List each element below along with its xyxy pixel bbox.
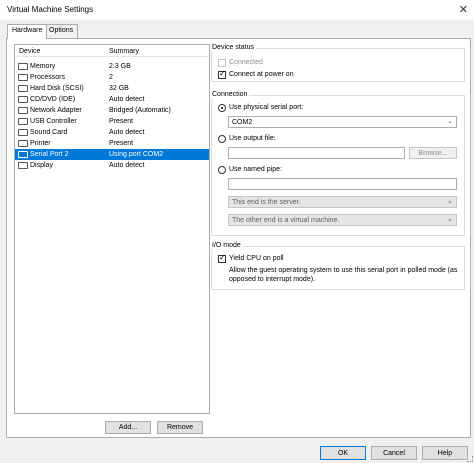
device-row-memory[interactable]: Memory 2.3 GB (15, 61, 209, 72)
display-icon (18, 162, 28, 169)
yield-cpu-on-poll-checkbox[interactable] (218, 253, 226, 263)
io-mode-group: I/O mode Yield CPU on poll Allow the gue… (210, 242, 465, 290)
io-mode-title: I/O mode (210, 242, 243, 249)
hard-disk-icon (18, 85, 28, 92)
connection-group: Connection Use physical serial port: COM… (210, 91, 465, 236)
close-icon[interactable]: ✕ (459, 3, 468, 16)
device-name: Display (30, 162, 53, 169)
pipe-other-end-value: The other end is a virtual machine. (232, 217, 340, 224)
pipe-end-select[interactable]: This end is the server. ⌄ (228, 196, 457, 208)
window-title: Virtual Machine Settings (7, 5, 94, 14)
device-name: Memory (30, 63, 56, 70)
use-output-file-radio[interactable] (218, 135, 226, 143)
device-name: USB Controller (30, 118, 77, 125)
device-name: Hard Disk (SCSI) (30, 85, 84, 92)
use-named-pipe-label: Use named pipe: (229, 166, 282, 173)
browse-button[interactable]: Browse... (409, 147, 457, 159)
cd-dvd-icon (18, 96, 28, 103)
connection-title: Connection (210, 91, 250, 98)
named-pipe-input[interactable] (228, 178, 457, 190)
chevron-down-icon: ⌄ (447, 216, 453, 223)
device-name: Network Adapter (30, 107, 82, 114)
device-row-printer[interactable]: Printer Present (15, 138, 209, 149)
device-name: Processors (30, 74, 66, 81)
chevron-down-icon: ⌄ (447, 198, 453, 205)
device-name: Printer (30, 140, 51, 147)
resize-grip-icon[interactable] (467, 456, 473, 462)
cancel-button[interactable]: Cancel (371, 446, 417, 460)
device-row-hard-disk[interactable]: Hard Disk (SCSI) 32 GB (15, 83, 209, 94)
device-list-header: Device Summary (15, 45, 209, 57)
pipe-end-value: This end is the server. (232, 199, 301, 206)
printer-icon (18, 140, 28, 147)
device-list: Device Summary Memory 2.3 GB Processors … (14, 44, 210, 414)
connect-at-power-on-label: Connect at power on (229, 71, 294, 78)
device-row-network-adapter[interactable]: Network Adapter Bridged (Automatic) (15, 105, 209, 116)
device-row-processors[interactable]: Processors 2 (15, 72, 209, 83)
device-name: Sound Card (30, 129, 68, 136)
device-summary: Auto detect (109, 162, 145, 169)
serial-port-icon (18, 151, 28, 158)
usb-icon (18, 118, 28, 125)
device-summary: Bridged (Automatic) (109, 107, 171, 114)
device-row-cd-dvd[interactable]: CD/DVD (IDE) Auto detect (15, 94, 209, 105)
device-summary: 2.3 GB (109, 63, 131, 70)
use-physical-serial-port-radio[interactable] (218, 104, 226, 112)
memory-icon (18, 63, 28, 70)
device-status-group: Device status Connected Connect at power… (210, 44, 465, 82)
device-status-title: Device status (210, 44, 257, 51)
device-name: CD/DVD (IDE) (30, 96, 76, 103)
hardware-panel: Device Summary Memory 2.3 GB Processors … (6, 38, 471, 438)
chevron-down-icon: ⌄ (447, 118, 453, 125)
tab-hardware[interactable]: Hardware (7, 24, 48, 39)
help-button[interactable]: Help (422, 446, 468, 460)
add-device-button[interactable]: Add... (105, 421, 151, 434)
processor-icon (18, 74, 28, 81)
use-physical-serial-port-label: Use physical serial port: (229, 104, 304, 111)
io-mode-description-line1: Allow the guest operating system to use … (229, 267, 458, 274)
device-row-serial-port-2[interactable]: Serial Port 2 Using port COM2 (15, 149, 209, 160)
device-row-sound-card[interactable]: Sound Card Auto detect (15, 127, 209, 138)
device-name: Serial Port 2 (30, 151, 69, 158)
device-summary: Auto detect (109, 96, 145, 103)
device-summary: Using port COM2 (109, 151, 164, 158)
connect-at-power-on-checkbox[interactable] (218, 69, 226, 79)
column-header-summary[interactable]: Summary (109, 48, 139, 55)
use-output-file-label: Use output file: (229, 135, 276, 142)
device-row-usb-controller[interactable]: USB Controller Present (15, 116, 209, 127)
device-summary: Present (109, 118, 134, 125)
network-adapter-icon (18, 107, 28, 114)
device-summary: Present (109, 140, 134, 147)
device-summary: 32 GB (109, 85, 129, 92)
title-bar: Virtual Machine Settings ✕ (0, 0, 474, 20)
connected-label: Connected (229, 59, 263, 66)
ok-button[interactable]: OK (320, 446, 366, 460)
device-row-display[interactable]: Display Auto detect (15, 160, 209, 171)
remove-device-button[interactable]: Remove (157, 421, 203, 434)
connected-checkbox[interactable] (218, 59, 226, 67)
sound-card-icon (18, 129, 28, 136)
physical-port-select[interactable]: COM2 ⌄ (228, 116, 457, 128)
io-mode-description-line2: opposed to interrupt mode). (229, 276, 315, 283)
column-header-device[interactable]: Device (19, 48, 40, 55)
physical-port-value: COM2 (232, 119, 253, 126)
pipe-other-end-select[interactable]: The other end is a virtual machine. ⌄ (228, 214, 457, 226)
use-named-pipe-radio[interactable] (218, 166, 226, 174)
yield-cpu-on-poll-label: Yield CPU on poll (229, 255, 284, 262)
tab-options[interactable]: Options (44, 24, 79, 38)
output-file-input[interactable] (228, 147, 405, 159)
device-summary: 2 (109, 74, 113, 81)
device-summary: Auto detect (109, 129, 145, 136)
